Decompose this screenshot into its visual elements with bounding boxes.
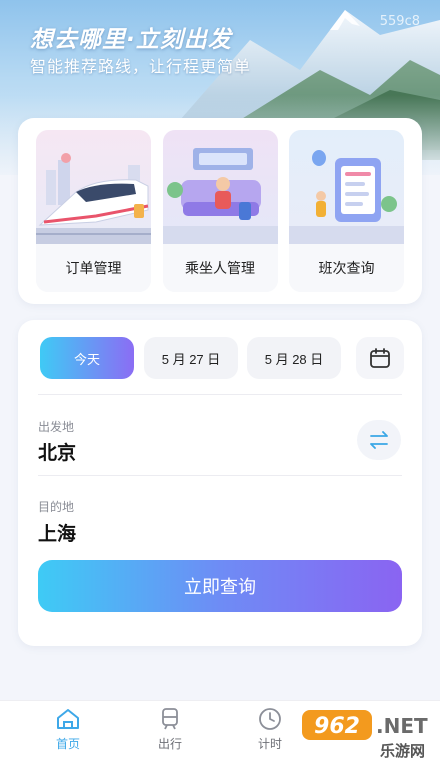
site-logo-number: 962 [314,714,360,739]
tab-label: 出行 [157,737,182,751]
divider [38,394,402,395]
hero-subtitle: 智能推荐路线，让行程更简单 [30,57,252,76]
tab-travel[interactable]: 出行 [130,701,210,760]
date-today-button[interactable]: 今天 [40,337,134,379]
date-selector: 今天 5 月 27 日 5 月 28 日 [40,337,404,379]
calendar-button[interactable] [356,337,404,379]
train-illustration-icon [36,130,151,244]
train-icon [162,708,178,730]
watermark-text: 559c8 [379,14,420,29]
departure-field[interactable]: 北京 [38,438,76,465]
swap-button[interactable] [357,420,401,460]
site-logo-net: .NET [376,714,428,738]
calendar-icon [370,348,390,368]
service-label: 订单管理 [36,244,151,292]
order-management-card[interactable]: 订单管理 [36,130,151,292]
service-cards: 订单管理 乘坐人管理 班次查询 [18,118,422,304]
destination-label: 目的地 [38,500,75,514]
site-logo-text: 乐游网 [380,742,425,760]
site-logo: 962 .NET 乐游网 [302,710,428,760]
tab-label: 计时 [257,737,282,751]
hero-title: 想去哪里·立刻出发 [30,27,232,53]
tab-home[interactable]: 首页 [28,701,108,760]
date-option-button[interactable]: 5 月 28 日 [247,337,341,379]
divider [38,475,402,476]
search-submit-button[interactable]: 立即查询 [38,560,402,612]
schedule-query-card[interactable]: 班次查询 [289,130,404,292]
passenger-management-card[interactable]: 乘坐人管理 [162,130,278,292]
departure-label: 出发地 [38,420,75,434]
tab-timer[interactable]: 计时 [230,701,310,760]
search-card: 今天 5 月 27 日 5 月 28 日 出发地 北京 目的地 上海 立即查询 [18,320,422,646]
schedule-board-illustration-icon [289,130,404,244]
clock-icon [259,708,281,730]
swap-arrows-icon [370,431,388,449]
destination-field[interactable]: 上海 [38,519,76,546]
service-label: 班次查询 [289,244,404,292]
date-option-button[interactable]: 5 月 27 日 [144,337,238,379]
passenger-seat-illustration-icon [162,130,278,244]
service-label: 乘坐人管理 [162,244,278,292]
home-icon [57,709,79,729]
tab-label: 首页 [55,737,80,751]
